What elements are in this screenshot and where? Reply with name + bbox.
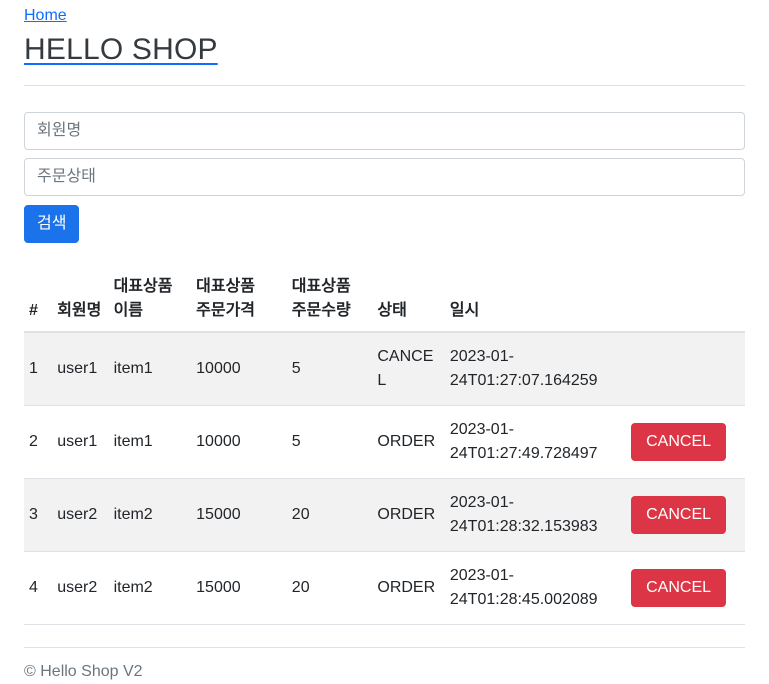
cell-number: 4 <box>24 551 53 625</box>
cell-date: 2023-01-24T01:27:49.728497 <box>444 405 627 479</box>
cell-member: user1 <box>52 405 109 479</box>
cell-price: 15000 <box>191 478 287 552</box>
page-title: HELLO SHOP <box>24 32 745 68</box>
orders-table-body: 1 user1 item1 10000 5 CANCEL 2023-01-24T… <box>24 332 745 625</box>
search-button[interactable]: 검색 <box>24 205 80 243</box>
cell-action: CANCEL <box>626 478 745 552</box>
order-search-form: 검색 <box>24 112 745 243</box>
cell-member: user2 <box>52 478 109 552</box>
cell-status: CANCEL <box>372 332 445 406</box>
cell-status: ORDER <box>372 405 445 479</box>
cell-count: 20 <box>286 551 373 625</box>
column-header-action <box>626 267 745 333</box>
cell-date: 2023-01-24T01:28:45.002089 <box>444 551 627 625</box>
cell-member: user2 <box>52 551 109 625</box>
column-header-status: 상태 <box>372 267 445 333</box>
header-divider <box>24 85 745 86</box>
cell-action: CANCEL <box>626 551 745 625</box>
cell-date: 2023-01-24T01:27:07.164259 <box>444 332 627 406</box>
page-container: Home HELLO SHOP 검색 # 회원명 대표상품 이름 대표상품 주문… <box>24 0 745 684</box>
home-link[interactable]: Home <box>24 4 67 28</box>
cell-status: ORDER <box>372 551 445 625</box>
column-header-member: 회원명 <box>52 267 109 333</box>
table-row: 3 user2 item2 15000 20 ORDER 2023-01-24T… <box>24 478 745 552</box>
orders-table-head: # 회원명 대표상품 이름 대표상품 주문가격 대표상품 주문수량 상태 일시 <box>24 267 745 333</box>
orders-table: # 회원명 대표상품 이름 대표상품 주문가격 대표상품 주문수량 상태 일시 … <box>24 267 745 625</box>
cancel-order-button[interactable]: CANCEL <box>631 569 727 607</box>
cell-status: ORDER <box>372 478 445 552</box>
cell-action <box>626 332 745 406</box>
table-header-row: # 회원명 대표상품 이름 대표상품 주문가격 대표상품 주문수량 상태 일시 <box>24 267 745 333</box>
cell-count: 5 <box>286 405 373 479</box>
footer-copyright: © Hello Shop V2 <box>24 663 143 680</box>
column-header-number: # <box>24 267 53 333</box>
shop-title-link[interactable]: HELLO SHOP <box>24 33 218 66</box>
cancel-order-button[interactable]: CANCEL <box>631 496 727 534</box>
cell-item: item2 <box>108 478 192 552</box>
cell-item: item1 <box>108 332 192 406</box>
member-name-row <box>24 112 745 150</box>
site-footer: © Hello Shop V2 <box>24 647 745 684</box>
cell-item: item2 <box>108 551 192 625</box>
member-name-input[interactable] <box>24 112 745 150</box>
cell-price: 10000 <box>191 332 287 406</box>
cell-number: 1 <box>24 332 53 406</box>
cell-date: 2023-01-24T01:28:32.153983 <box>444 478 627 552</box>
column-header-date: 일시 <box>444 267 627 333</box>
order-status-row <box>24 158 745 196</box>
cell-count: 20 <box>286 478 373 552</box>
cell-count: 5 <box>286 332 373 406</box>
table-row: 2 user1 item1 10000 5 ORDER 2023-01-24T0… <box>24 405 745 479</box>
column-header-price: 대표상품 주문가격 <box>191 267 287 333</box>
cell-member: user1 <box>52 332 109 406</box>
column-header-count: 대표상품 주문수량 <box>286 267 373 333</box>
table-row: 4 user2 item2 15000 20 ORDER 2023-01-24T… <box>24 551 745 625</box>
column-header-item: 대표상품 이름 <box>108 267 192 333</box>
cell-action: CANCEL <box>626 405 745 479</box>
cell-price: 10000 <box>191 405 287 479</box>
cell-number: 2 <box>24 405 53 479</box>
cell-item: item1 <box>108 405 192 479</box>
page-header: Home HELLO SHOP <box>24 0 745 86</box>
cancel-order-button[interactable]: CANCEL <box>631 423 727 461</box>
order-status-input[interactable] <box>24 158 745 196</box>
search-button-row: 검색 <box>24 205 745 243</box>
table-row: 1 user1 item1 10000 5 CANCEL 2023-01-24T… <box>24 332 745 406</box>
cell-price: 15000 <box>191 551 287 625</box>
cell-number: 3 <box>24 478 53 552</box>
